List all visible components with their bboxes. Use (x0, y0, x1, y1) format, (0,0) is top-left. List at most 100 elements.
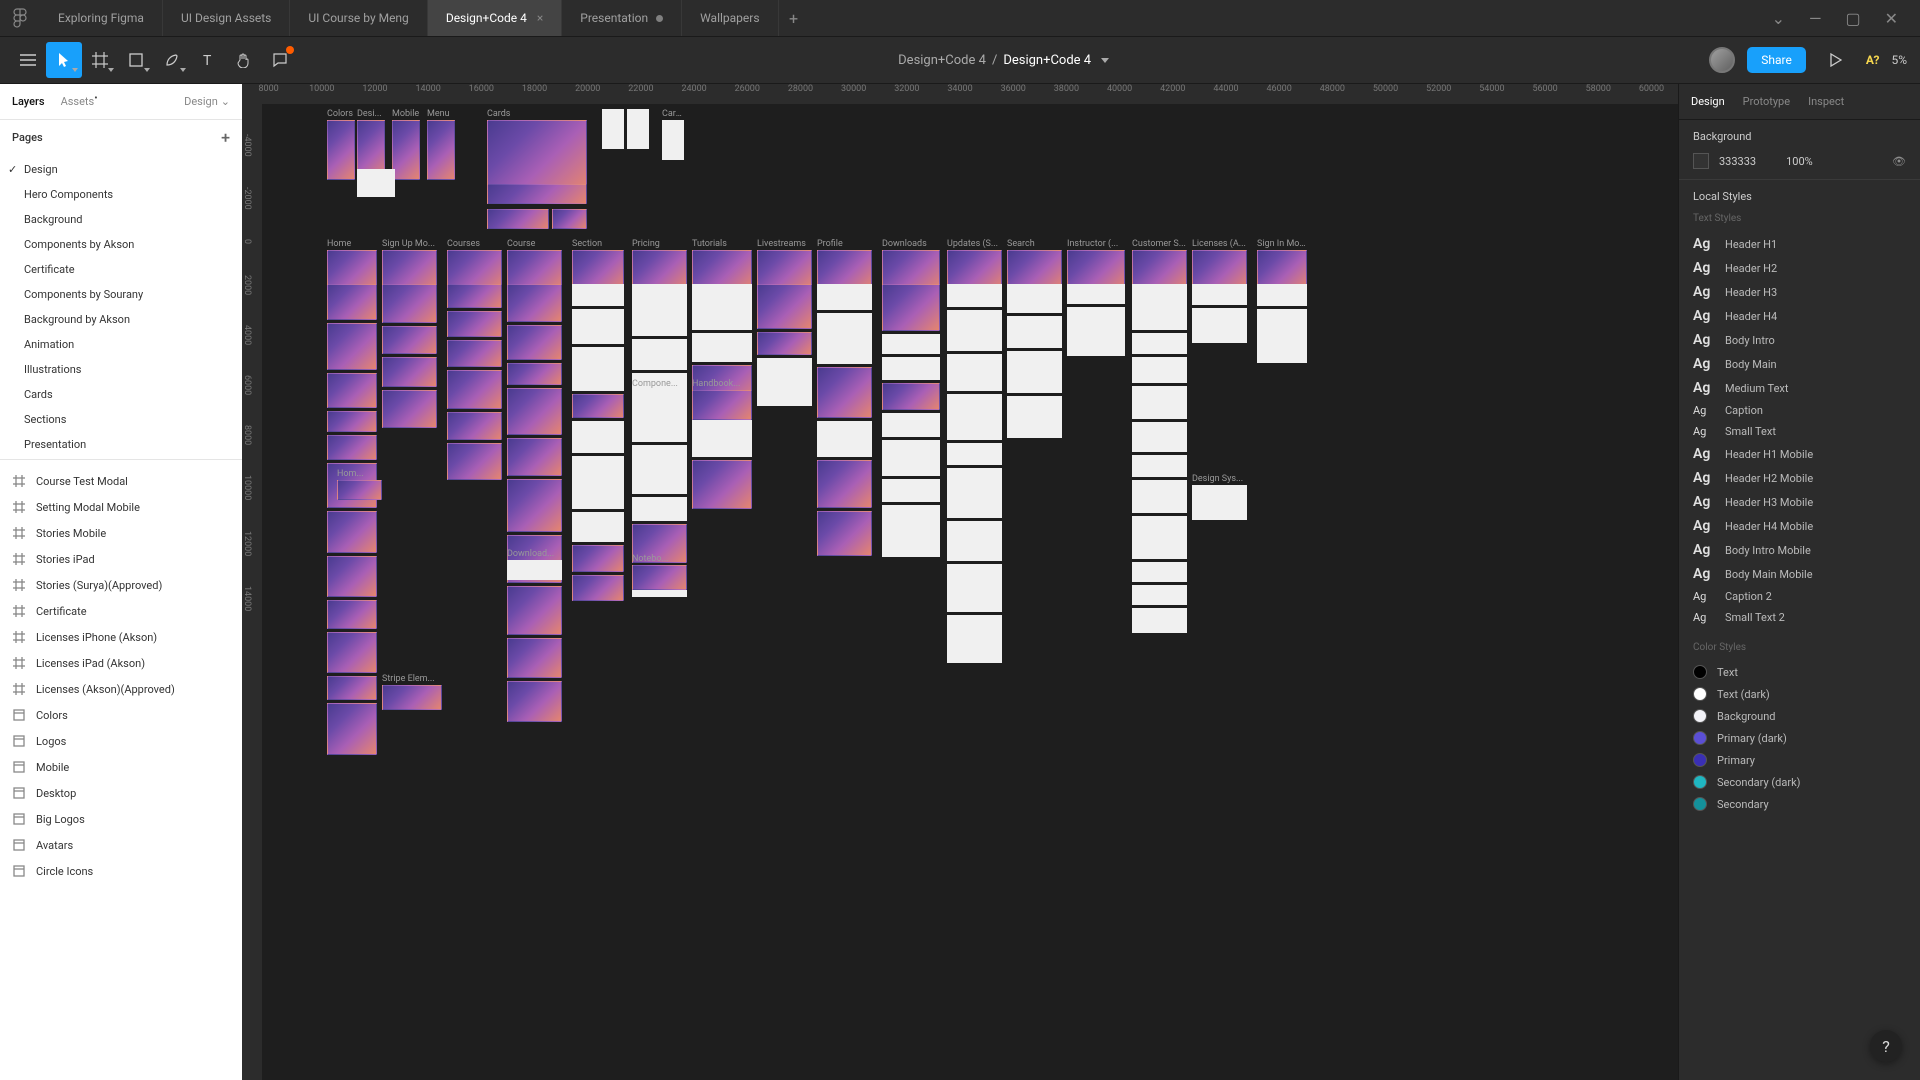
artboard-group[interactable]: Mobile (392, 109, 420, 180)
artboard-group[interactable] (572, 421, 624, 453)
artboard[interactable] (572, 347, 624, 391)
artboard[interactable] (447, 443, 502, 480)
tab-design-code-4[interactable]: Design+Code 4× (428, 0, 562, 36)
text-style-item[interactable]: AgCaption 2 (1693, 586, 1906, 607)
artboard[interactable] (572, 545, 624, 572)
page-item[interactable]: Components by Akson (0, 232, 242, 257)
artboard-group[interactable] (507, 438, 562, 476)
artboard-group[interactable] (882, 505, 940, 557)
artboard-group[interactable] (327, 435, 377, 460)
layer-item[interactable]: Setting Modal Mobile (0, 494, 242, 520)
artboard[interactable] (692, 460, 752, 509)
layer-item[interactable]: Colors (0, 702, 242, 728)
canvas-content[interactable]: ColorsDesi...MobileMenuCardsCardsHomeSig… (262, 104, 1678, 1080)
artboard-group[interactable] (1132, 386, 1187, 419)
artboard[interactable] (817, 284, 872, 310)
artboard-group[interactable]: Section (572, 239, 624, 290)
artboard[interactable] (632, 390, 687, 410)
artboard-group[interactable] (1132, 480, 1187, 513)
artboard-group[interactable]: Customer S... (1132, 239, 1187, 290)
layers-tab[interactable]: Layers (12, 95, 45, 108)
artboard[interactable] (572, 512, 624, 542)
artboard[interactable] (632, 497, 687, 521)
artboard-group[interactable] (627, 109, 649, 149)
artboard-group[interactable] (882, 440, 940, 476)
artboard[interactable] (757, 358, 812, 406)
artboard[interactable] (947, 310, 1002, 351)
layer-item[interactable]: Big Logos (0, 806, 242, 832)
artboard[interactable] (572, 456, 624, 509)
artboard[interactable] (817, 367, 872, 418)
artboard[interactable] (947, 521, 1002, 561)
artboard-group[interactable]: Tutorials (692, 239, 752, 290)
color-swatch[interactable] (1693, 153, 1709, 169)
artboard[interactable] (327, 411, 377, 432)
artboard-group[interactable] (817, 313, 872, 364)
artboard[interactable] (507, 284, 562, 322)
artboard[interactable] (1132, 455, 1187, 477)
artboard-group[interactable] (692, 284, 752, 330)
layer-item[interactable]: Course Test Modal (0, 468, 242, 494)
text-style-item[interactable]: AgCaption (1693, 400, 1906, 421)
artboard[interactable] (1192, 308, 1247, 343)
artboard[interactable] (692, 390, 752, 420)
artboard[interactable] (572, 284, 624, 306)
artboard-group[interactable] (1192, 308, 1247, 343)
text-style-item[interactable]: AgHeader H4 (1693, 304, 1906, 328)
artboard-group[interactable] (632, 445, 687, 494)
text-style-item[interactable]: AgBody Intro (1693, 328, 1906, 352)
artboard-group[interactable] (572, 456, 624, 509)
artboard[interactable] (1192, 284, 1247, 305)
close-window-icon[interactable]: ✕ (1885, 9, 1898, 28)
artboard-group[interactable] (572, 575, 624, 601)
artboard-group[interactable] (1007, 351, 1062, 393)
artboard-group[interactable]: Licenses (A... (1192, 239, 1247, 290)
artboard[interactable] (327, 120, 355, 180)
text-tool-button[interactable]: T (190, 42, 226, 78)
share-button[interactable]: Share (1747, 47, 1806, 73)
layer-item[interactable]: Circle Icons (0, 858, 242, 884)
assets-tab[interactable]: Assets (61, 95, 98, 108)
artboard[interactable] (817, 511, 872, 556)
artboard[interactable] (1132, 608, 1187, 633)
text-style-item[interactable]: AgSmall Text (1693, 421, 1906, 442)
tab-wallpapers[interactable]: Wallpapers (682, 0, 778, 36)
artboard[interactable] (327, 703, 377, 755)
hand-tool-button[interactable] (226, 42, 262, 78)
text-style-item[interactable]: AgBody Main Mobile (1693, 562, 1906, 586)
artboard-group[interactable] (487, 209, 549, 229)
accessibility-indicator[interactable]: A? (1866, 53, 1880, 67)
hex-value[interactable]: 333333 (1719, 155, 1756, 168)
artboard-group[interactable] (327, 323, 377, 370)
page-item[interactable]: Background by Akson (0, 307, 242, 332)
artboard-group[interactable]: Livestreams (757, 239, 812, 290)
layer-item[interactable]: Stories (Surya)(Approved) (0, 572, 242, 598)
artboard[interactable] (1257, 309, 1307, 363)
page-item[interactable]: Components by Sourany (0, 282, 242, 307)
artboard[interactable] (882, 334, 940, 354)
artboard-group[interactable] (507, 388, 562, 435)
artboard[interactable] (947, 564, 1002, 612)
artboard-group[interactable] (1007, 396, 1062, 438)
artboard-group[interactable] (327, 676, 377, 700)
artboard[interactable] (1132, 480, 1187, 513)
artboard[interactable] (1132, 386, 1187, 419)
artboard-group[interactable]: Sign In Modal (1257, 239, 1307, 290)
text-style-item[interactable]: AgHeader H2 (1693, 256, 1906, 280)
artboard-group[interactable] (1132, 562, 1187, 582)
artboard[interactable] (572, 421, 624, 453)
artboard-group[interactable] (357, 169, 395, 197)
artboard-group[interactable] (447, 284, 502, 308)
artboard[interactable] (882, 413, 940, 437)
layer-item[interactable]: Licenses (Akson)(Approved) (0, 676, 242, 702)
artboard[interactable] (632, 284, 687, 336)
artboard[interactable] (337, 480, 382, 500)
layer-item[interactable]: Avatars (0, 832, 242, 858)
artboard[interactable] (1007, 316, 1062, 348)
artboard[interactable] (1067, 284, 1125, 304)
artboard-group[interactable] (602, 109, 624, 149)
design-tab[interactable]: Design (1691, 95, 1725, 108)
tab-ui-design-assets[interactable]: UI Design Assets (163, 0, 290, 36)
artboard-group[interactable] (1067, 284, 1125, 304)
artboard-group[interactable] (447, 370, 502, 409)
